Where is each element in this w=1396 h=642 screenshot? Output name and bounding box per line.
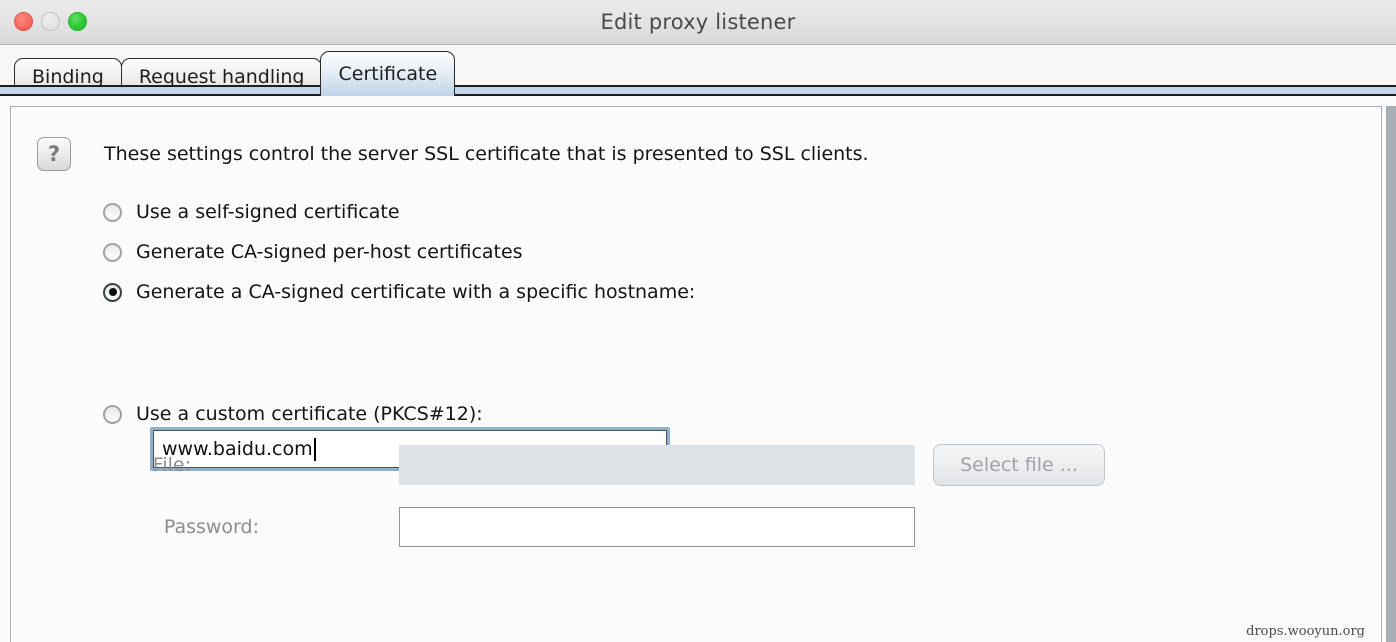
window-title: Edit proxy listener	[0, 10, 1396, 34]
option-ca-signed-hostname[interactable]: Generate a CA-signed certificate with a …	[103, 281, 695, 303]
tab-certificate[interactable]: Certificate	[320, 51, 455, 96]
option-custom-certificate-label: Use a custom certificate (PKCS#12):	[136, 403, 483, 425]
option-ca-signed-hostname-label: Generate a CA-signed certificate with a …	[136, 281, 695, 303]
edit-proxy-listener-window: Edit proxy listener Binding Request hand…	[0, 0, 1396, 642]
radio-ca-signed-hostname-icon[interactable]	[103, 283, 122, 302]
description-row: ? These settings control the server SSL …	[37, 137, 869, 171]
close-window-button[interactable]	[14, 12, 33, 31]
minimize-window-button[interactable]	[41, 12, 60, 31]
option-ca-signed-per-host[interactable]: Generate CA-signed per-host certificates	[103, 241, 523, 263]
tab-strip: Binding Request handling Certificate	[0, 45, 1396, 96]
help-icon[interactable]: ?	[37, 137, 71, 171]
option-self-signed[interactable]: Use a self-signed certificate	[103, 201, 400, 223]
tab-certificate-label: Certificate	[338, 65, 437, 84]
password-label: Password:	[139, 516, 259, 538]
password-input[interactable]	[399, 507, 915, 547]
titlebar: Edit proxy listener	[0, 0, 1396, 45]
panel-scrollbar[interactable]	[1386, 106, 1396, 642]
radio-custom-certificate-icon[interactable]	[103, 405, 122, 424]
file-row: File: Select file ...	[139, 444, 979, 486]
select-file-button[interactable]: Select file ...	[933, 444, 1105, 486]
watermark: drops.wooyun.org	[1246, 624, 1365, 639]
radio-self-signed-icon[interactable]	[103, 203, 122, 222]
option-self-signed-label: Use a self-signed certificate	[136, 201, 400, 223]
option-ca-signed-per-host-label: Generate CA-signed per-host certificates	[136, 241, 523, 263]
window-controls	[14, 12, 87, 31]
password-row: Password:	[139, 506, 979, 548]
file-label: File:	[139, 454, 191, 476]
panel-description: These settings control the server SSL ce…	[104, 137, 869, 171]
certificate-panel: ? These settings control the server SSL …	[10, 106, 1382, 642]
radio-ca-signed-per-host-icon[interactable]	[103, 243, 122, 262]
zoom-window-button[interactable]	[68, 12, 87, 31]
option-custom-certificate[interactable]: Use a custom certificate (PKCS#12):	[103, 403, 483, 425]
file-input	[399, 445, 915, 485]
tab-underline	[0, 85, 1396, 96]
content-panel-wrapper: ? These settings control the server SSL …	[10, 106, 1396, 642]
